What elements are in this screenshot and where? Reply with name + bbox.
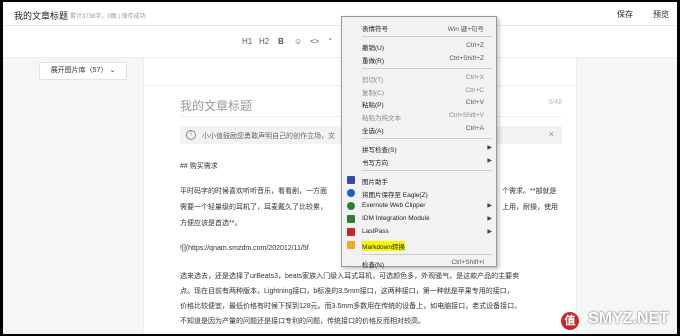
quote-icon[interactable]: “: [329, 37, 332, 46]
title-input[interactable]: 我的文章标题: [180, 97, 252, 114]
menu-item-evernote[interactable]: Evernote Web Clipper ▶: [342, 200, 496, 212]
menu-item-paste-plain[interactable]: 粘贴为纯文本 Ctrl+Shift+V: [342, 110, 496, 122]
chevron-right-icon: ▶: [487, 158, 492, 164]
document-title: 我的文章标题: [14, 11, 69, 21]
menu-item-redo[interactable]: 重做(R) Ctrl+Shift+Z: [342, 53, 496, 65]
menu-item-undo[interactable]: 撤销(U) Ctrl+Z: [342, 40, 496, 52]
watermark-logo: 值: [561, 312, 579, 330]
lastpass-icon: [347, 228, 355, 236]
menu-separator: [362, 36, 492, 37]
menu-item-inspect[interactable]: 检查(N) Ctrl+Shift+I: [342, 257, 496, 269]
chevron-right-icon: ▶: [487, 203, 492, 209]
notice-text: 小小值鼓励您勇敢声明自己的创作立场，文: [202, 133, 335, 140]
menu-item-emoji[interactable]: 表情符号 Win 键+句号: [342, 21, 496, 33]
menu-separator: [362, 138, 492, 139]
bold-icon[interactable]: B: [278, 37, 284, 46]
preview-button[interactable]: 预览: [653, 9, 669, 20]
header-bar: 我的文章标题 累计3738字，0图 | 保存成功 保存 预览: [3, 2, 677, 26]
evernote-icon: [347, 202, 355, 210]
body-line[interactable]: 选来选去，还是选择了urBeats3，beats家族入门级入耳式耳机，可选颜色多…: [180, 271, 519, 281]
body-line[interactable]: 个需求。**部就是: [502, 186, 556, 196]
menu-item-idm[interactable]: IDM Integration Module ▶: [342, 213, 496, 225]
idm-icon: [347, 215, 355, 223]
context-menu: 表情符号 Win 键+句号 撤销(U) Ctrl+Z 重做(R) Ctrl+Sh…: [341, 16, 497, 269]
save-button[interactable]: 保存: [617, 9, 633, 20]
body-line[interactable]: 方便应该是首选**。: [180, 218, 241, 228]
body-line[interactable]: 不知道是因为产量的问题还是接口专利的问题，传统接口的价格反而相对较高。: [180, 316, 425, 326]
body-line[interactable]: 点。现在目前有两种版本，Lightning接口，b标准的3.5mm接口，这两种接…: [180, 286, 514, 296]
eagle-icon: [347, 189, 355, 197]
menu-item-markdown[interactable]: Markdown转换: [342, 239, 496, 251]
code-icon[interactable]: <>: [310, 37, 319, 46]
body-line[interactable]: ## 购买需求: [180, 161, 218, 171]
menu-item-select-all[interactable]: 全选(A) Ctrl+A: [342, 123, 496, 135]
chevron-down-icon: ⌄: [109, 67, 116, 74]
emoji-icon[interactable]: ☺: [294, 37, 302, 46]
markdown-icon: [347, 241, 355, 249]
menu-separator: [362, 170, 492, 171]
heading2-icon[interactable]: H2: [259, 37, 269, 46]
menu-separator: [362, 68, 492, 69]
menu-separator: [362, 254, 492, 255]
menu-item-eagle[interactable]: 将图片保存至 Eagle(Z): [342, 187, 496, 199]
body-line[interactable]: ![](https://qnam.smzdm.com/202012/11/5f: [180, 245, 309, 252]
menu-item-image-helper[interactable]: 图片助手: [342, 174, 496, 186]
watermark: SMYZ.NET: [588, 310, 669, 327]
menu-item-writing-direction[interactable]: 书写方向 ▶: [342, 155, 496, 167]
image-library-button[interactable]: 展开图片库（57） ⌄: [39, 62, 127, 80]
menu-item-paste[interactable]: 粘贴(P) Ctrl+V: [342, 97, 496, 109]
image-helper-icon: [347, 176, 355, 184]
body-line[interactable]: 价格比较便宜，最低价格有时候下探到128元。而3.5mm多数用在传统的设备上，如…: [180, 301, 521, 311]
info-icon: !: [186, 130, 196, 140]
menu-item-spellcheck[interactable]: 拼写检查(S) ▶: [342, 142, 496, 154]
chevron-right-icon: ▶: [487, 229, 492, 235]
title-counter: 0/48: [548, 99, 562, 106]
body-line[interactable]: 需要一个轻量级的耳机了，耳麦戴久了比较累，: [180, 202, 327, 212]
menu-item-cut[interactable]: 剪切(T) Ctrl+X: [342, 72, 496, 84]
close-icon[interactable]: ×: [549, 129, 554, 139]
save-status: 累计3738字，0图 | 保存成功: [70, 14, 146, 20]
body-line[interactable]: 上用，耐操，使用: [502, 202, 558, 212]
image-library-label: 展开图片库（57）: [50, 67, 108, 74]
app-window: 我的文章标题 累计3738字，0图 | 保存成功 保存 预览 H1 H2 B ☺…: [3, 2, 677, 334]
menu-item-copy[interactable]: 复制(C) Ctrl+C: [342, 85, 496, 97]
chevron-right-icon: ▶: [487, 216, 492, 222]
chevron-right-icon: ▶: [487, 145, 492, 151]
body-line[interactable]: 平时码字的时候喜欢听听音乐，看看剧，一方面: [180, 186, 327, 196]
heading1-icon[interactable]: H1: [242, 37, 252, 46]
editor-toolbar: H1 H2 B ☺ <> “: [3, 26, 677, 58]
menu-item-lastpass[interactable]: LastPass ▶: [342, 226, 496, 238]
